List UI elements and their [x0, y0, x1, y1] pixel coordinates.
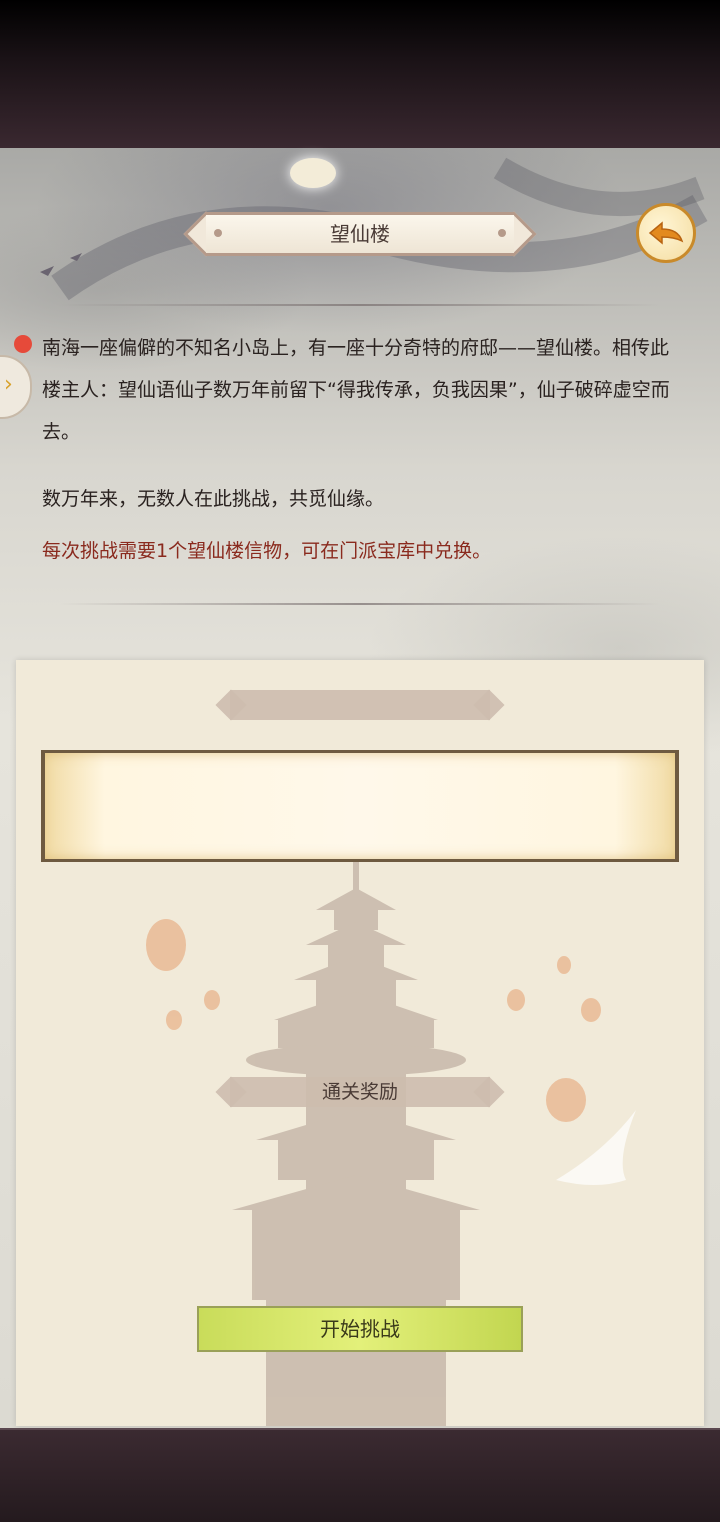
- challenge-info-frame: [41, 750, 679, 862]
- top-divider: [60, 304, 660, 306]
- card-top-ribbon-label: [216, 690, 504, 720]
- page-title: 望仙楼: [330, 222, 390, 246]
- back-button[interactable]: [636, 203, 696, 263]
- reward-ribbon: 通关奖励: [215, 1076, 505, 1108]
- moon-glow: [290, 158, 336, 188]
- card-top-ribbon: [215, 689, 505, 721]
- start-challenge-button[interactable]: 开始挑战: [197, 1306, 523, 1352]
- middle-divider: [60, 603, 660, 605]
- top-status-area: [0, 0, 720, 148]
- challenge-note: 数万年来，无数人在此挑战，共觅仙缘。: [42, 488, 385, 510]
- chevron-right-icon: ›: [4, 372, 13, 397]
- intro-text: 南海一座偏僻的不知名小岛上，有一座十分奇特的府邸——望仙楼。相传此楼主人：望仙语…: [42, 337, 670, 443]
- back-arrow-icon: [648, 221, 684, 245]
- notification-dot: [14, 335, 32, 353]
- title-banner: 望仙楼: [178, 211, 542, 257]
- reward-label: 通关奖励: [321, 1081, 398, 1103]
- cost-hint: 每次挑战需要1个望仙楼信物，可在门派宝库中兑换。: [42, 540, 492, 562]
- bottom-navigation-area: [0, 1428, 720, 1522]
